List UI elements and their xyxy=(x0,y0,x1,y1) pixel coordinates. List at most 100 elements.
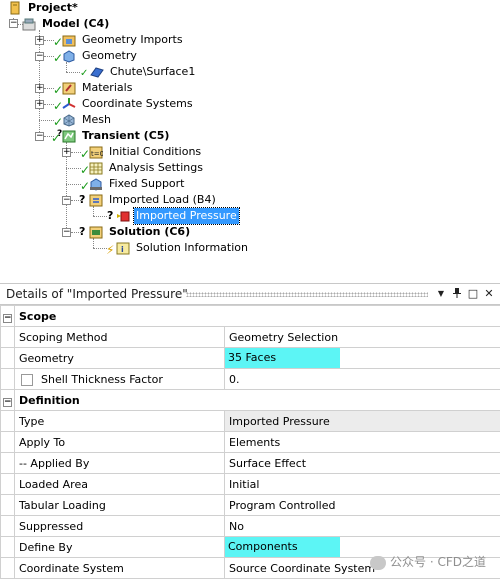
details-header: Details of "Imported Pressure" ▼ □ ✕ xyxy=(0,283,500,305)
details-title: Details of "Imported Pressure" xyxy=(6,287,188,301)
expand-toggle[interactable]: + xyxy=(35,100,44,109)
question-icon: ? xyxy=(79,225,86,238)
tree-line xyxy=(93,206,94,216)
model-icon xyxy=(22,18,36,31)
details-row[interactable]: Geometry 35 Faces xyxy=(0,347,500,369)
tree-line xyxy=(93,248,107,249)
materials-icon xyxy=(62,82,76,95)
tree-line xyxy=(66,72,80,73)
property-name: Shell Thickness Factor xyxy=(14,368,225,390)
property-value[interactable]: Geometry Selection xyxy=(224,326,500,348)
expand-toggle[interactable]: + xyxy=(35,84,44,93)
property-name: Define By xyxy=(14,536,225,558)
surface-body-icon xyxy=(90,67,104,78)
property-value[interactable]: No xyxy=(224,515,500,537)
tree-line xyxy=(39,120,54,121)
fixed-support-icon xyxy=(90,178,102,191)
tree-label: Materials xyxy=(82,81,133,94)
details-row[interactable]: Shell Thickness Factor 0. xyxy=(0,368,500,390)
collapse-toggle[interactable]: − xyxy=(3,313,12,323)
property-name: Suppressed xyxy=(14,515,225,537)
property-value[interactable]: 0. xyxy=(224,368,500,390)
tree-label: Coordinate Systems xyxy=(82,97,193,110)
tree-label: Geometry xyxy=(82,49,137,62)
details-row[interactable]: Suppressed No xyxy=(0,515,500,537)
question-icon: ? xyxy=(107,209,114,222)
question-icon: ? xyxy=(79,193,86,206)
close-button[interactable]: ✕ xyxy=(482,287,496,301)
property-value[interactable]: Program Controlled xyxy=(224,494,500,516)
check-icon: ✓ xyxy=(80,68,89,79)
tree-label: Mesh xyxy=(82,113,111,126)
details-row[interactable]: Tabular Loading Program Controlled xyxy=(0,494,500,516)
coordinate-systems-icon xyxy=(62,98,76,109)
details-grid: − Scope Scoping Method Geometry Selectio… xyxy=(0,305,500,579)
tree-line xyxy=(66,184,81,185)
restore-button[interactable]: □ xyxy=(466,287,480,301)
property-value[interactable]: 35 Faces xyxy=(224,347,500,369)
collapse-toggle[interactable]: − xyxy=(62,196,71,205)
tree-label-selected: Imported Pressure xyxy=(133,207,240,225)
section-definition[interactable]: − Definition xyxy=(0,389,500,411)
imported-load-icon xyxy=(89,194,103,207)
pin-icon-glyph xyxy=(453,288,461,298)
svg-text:t=0: t=0 xyxy=(91,150,103,158)
tree-label: Transient (C5) xyxy=(82,129,170,142)
collapse-toggle[interactable]: − xyxy=(35,132,44,141)
imported-pressure-icon xyxy=(117,211,130,222)
tree-label: Solution (C6) xyxy=(109,225,191,238)
geometry-icon xyxy=(63,50,75,63)
property-name: Geometry xyxy=(14,347,225,369)
property-name: Coordinate System xyxy=(14,557,225,579)
dropdown-arrow-icon[interactable]: ▼ xyxy=(434,287,448,301)
tree-label: Project* xyxy=(28,1,78,14)
section-scope[interactable]: − Scope xyxy=(0,305,500,327)
tree-label: Fixed Support xyxy=(109,177,185,190)
collapse-toggle[interactable]: − xyxy=(9,19,18,28)
property-name: -- Applied By xyxy=(14,452,225,474)
watermark-text: 公众号 · CFD之道 xyxy=(390,555,486,569)
section-label: Definition xyxy=(14,389,500,411)
mesh-icon xyxy=(63,114,75,127)
tree-label: Chute\Surface1 xyxy=(110,65,196,78)
panel-drag-grip[interactable] xyxy=(186,292,428,297)
details-row[interactable]: Loaded Area Initial xyxy=(0,473,500,495)
property-value[interactable]: Initial xyxy=(224,473,500,495)
project-icon xyxy=(10,1,20,15)
tree-line xyxy=(93,238,94,248)
property-name: Type xyxy=(14,410,225,432)
parameter-checkbox[interactable] xyxy=(21,373,33,386)
details-row[interactable]: -- Applied By Surface Effect xyxy=(0,452,500,474)
tree-label: Model (C4) xyxy=(42,17,110,30)
details-row[interactable]: Scoping Method Geometry Selection xyxy=(0,326,500,348)
property-name: Apply To xyxy=(14,431,225,453)
wechat-icon xyxy=(370,555,387,570)
tree-line xyxy=(66,62,67,72)
property-name: Tabular Loading xyxy=(14,494,225,516)
define-by-value[interactable]: Components xyxy=(225,537,340,557)
watermark: 公众号 · CFD之道 xyxy=(370,553,486,570)
tree-line xyxy=(66,168,81,169)
property-name: Scoping Method xyxy=(14,326,225,348)
expand-toggle[interactable]: + xyxy=(35,36,44,45)
details-row[interactable]: Apply To Elements xyxy=(0,431,500,453)
outline-tree: Project* − Model (C4) + ✓ Geometry Impor… xyxy=(0,0,500,278)
collapse-toggle[interactable]: − xyxy=(3,397,12,407)
collapse-toggle[interactable]: − xyxy=(35,52,44,61)
solution-information-icon: i xyxy=(116,242,130,255)
lightning-icon: ⚡ xyxy=(106,243,115,257)
details-row[interactable]: Type Imported Pressure xyxy=(0,410,500,432)
property-name: Loaded Area xyxy=(14,473,225,495)
geometry-selection-value[interactable]: 35 Faces xyxy=(225,348,340,368)
initial-conditions-icon: t=0 xyxy=(89,146,103,159)
property-value[interactable]: Surface Effect xyxy=(224,452,500,474)
pin-icon[interactable] xyxy=(450,287,464,301)
tree-line xyxy=(93,216,107,217)
property-value[interactable]: Elements xyxy=(224,431,500,453)
collapse-toggle[interactable]: − xyxy=(62,228,71,237)
tree-label: Initial Conditions xyxy=(109,145,202,158)
tree-label: Geometry Imports xyxy=(82,33,183,46)
property-value: Imported Pressure xyxy=(224,410,500,432)
expand-toggle[interactable]: + xyxy=(62,148,71,157)
transient-analysis-icon xyxy=(62,130,76,143)
